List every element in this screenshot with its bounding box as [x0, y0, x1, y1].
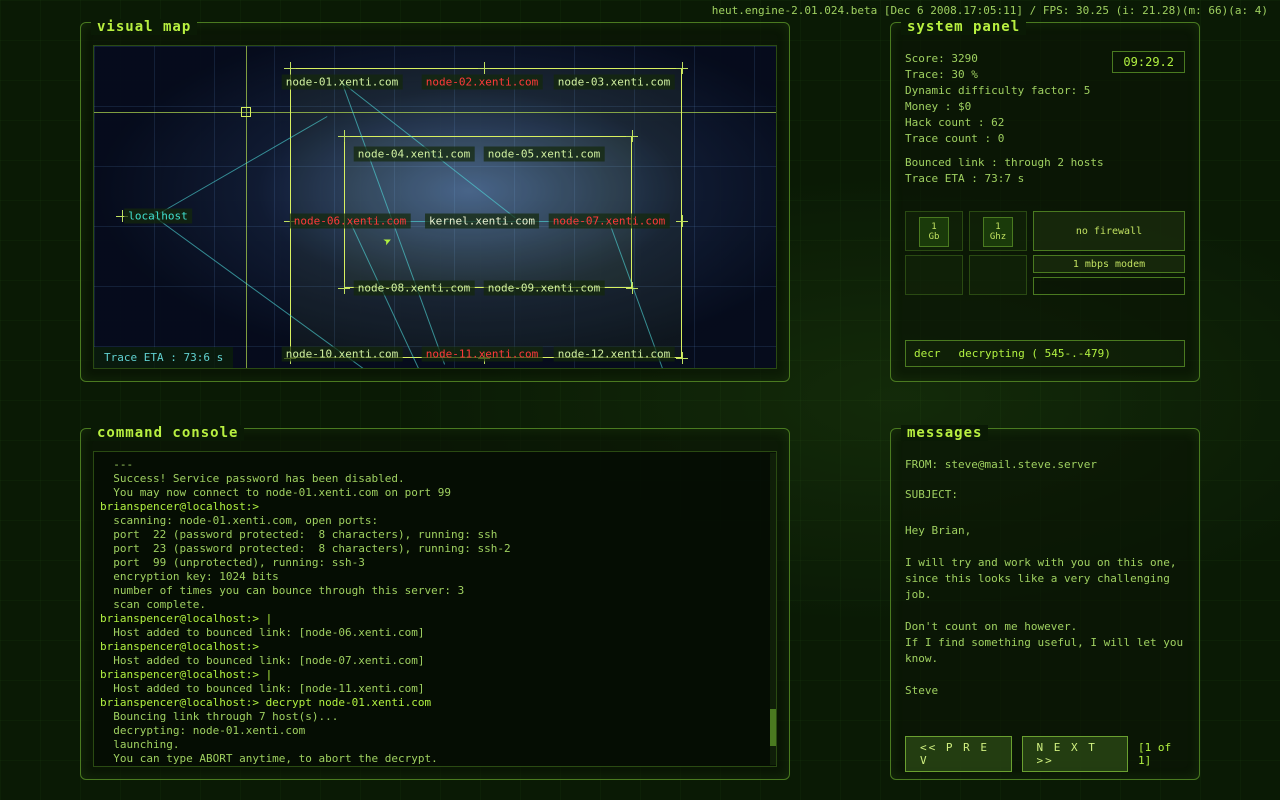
node-02[interactable]: node-02.xenti.com — [422, 75, 543, 90]
node-06[interactable]: node-06.xenti.com — [290, 214, 411, 229]
node-11[interactable]: node-11.xenti.com — [422, 347, 543, 362]
visual-map-title: visual map — [91, 19, 197, 35]
system-stats: Score: 3290 Trace: 30 % Dynamic difficul… — [905, 51, 1185, 187]
stat-trace-eta: Trace ETA : 73:7 s — [905, 171, 1185, 187]
stat-bounced-link: Bounced link : through 2 hosts — [905, 155, 1185, 171]
node-05[interactable]: node-05.xenti.com — [484, 147, 605, 162]
console-scrollbar-thumb[interactable] — [770, 709, 776, 746]
firewall-slot[interactable]: no firewall — [1033, 211, 1185, 251]
command-console-output[interactable]: --- Success! Service password has been d… — [93, 451, 777, 767]
node-localhost[interactable]: localhost — [124, 209, 192, 224]
node-kernel[interactable]: kernel.xenti.com — [425, 214, 539, 229]
stat-hackcount: Hack count : 62 — [905, 115, 1185, 131]
decrypt-short-label: decr — [914, 347, 941, 360]
message-from: FROM: steve@mail.steve.server — [905, 457, 1185, 473]
engine-status-bar: heut.engine-2.01.024.beta [Dec 6 2008.17… — [712, 4, 1268, 17]
modem-slot[interactable]: 1 mbps modem — [1033, 255, 1185, 273]
memory-slot[interactable]: 1Gb — [905, 211, 963, 251]
message-body: FROM: steve@mail.steve.server SUBJECT: H… — [905, 457, 1185, 731]
message-subject: SUBJECT: — [905, 487, 1185, 503]
memory-chip-icon: 1Gb — [919, 217, 949, 247]
cpu-slot[interactable]: 1Ghz — [969, 211, 1027, 251]
visual-map-panel: visual map localhost node-01.xenti.com n… — [80, 22, 790, 382]
node-07[interactable]: node-07.xenti.com — [549, 214, 670, 229]
message-text: Hey Brian, I will try and work with you … — [905, 523, 1185, 699]
messages-title: messages — [901, 425, 988, 441]
stat-tracecount: Trace count : 0 — [905, 131, 1185, 147]
network-map-canvas[interactable]: localhost node-01.xenti.com node-02.xent… — [93, 45, 777, 369]
node-03[interactable]: node-03.xenti.com — [554, 75, 675, 90]
decrypt-status-bar: decr decrypting ( 545-.-479) — [905, 340, 1185, 367]
system-panel-title: system panel — [901, 19, 1026, 35]
messages-panel: messages FROM: steve@mail.steve.server S… — [890, 428, 1200, 780]
stat-difficulty: Dynamic difficulty factor: 5 — [905, 83, 1185, 99]
node-10[interactable]: node-10.xenti.com — [282, 347, 403, 362]
node-04[interactable]: node-04.xenti.com — [354, 147, 475, 162]
system-panel: system panel 09:29.2 Score: 3290 Trace: … — [890, 22, 1200, 382]
hw-empty-slot-3[interactable] — [1033, 277, 1185, 295]
console-scrollbar[interactable] — [770, 453, 776, 765]
node-08[interactable]: node-08.xenti.com — [354, 281, 475, 296]
hw-empty-slot-2[interactable] — [969, 255, 1027, 295]
decrypt-progress-label: decrypting ( 545-.-479) — [959, 347, 1111, 360]
prev-message-button[interactable]: << P R E V — [905, 736, 1012, 772]
message-page-indicator: [1 of 1] — [1138, 741, 1185, 767]
cpu-chip-icon: 1Ghz — [983, 217, 1013, 247]
node-09[interactable]: node-09.xenti.com — [484, 281, 605, 296]
node-01[interactable]: node-01.xenti.com — [282, 75, 403, 90]
stat-trace: Trace: 30 % — [905, 67, 1185, 83]
trace-eta-readout: Trace ETA : 73:6 s — [94, 347, 233, 368]
message-nav: << P R E V N E X T >> [1 of 1] — [905, 741, 1185, 767]
hw-empty-slot-1[interactable] — [905, 255, 963, 295]
stat-money: Money : $0 — [905, 99, 1185, 115]
cursor-icon: ➤ — [381, 233, 395, 251]
command-console-title: command console — [91, 425, 244, 441]
stat-score: Score: 3290 — [905, 51, 1185, 67]
node-12[interactable]: node-12.xenti.com — [554, 347, 675, 362]
next-message-button[interactable]: N E X T >> — [1022, 736, 1129, 772]
command-console-panel: command console --- Success! Service pas… — [80, 428, 790, 780]
